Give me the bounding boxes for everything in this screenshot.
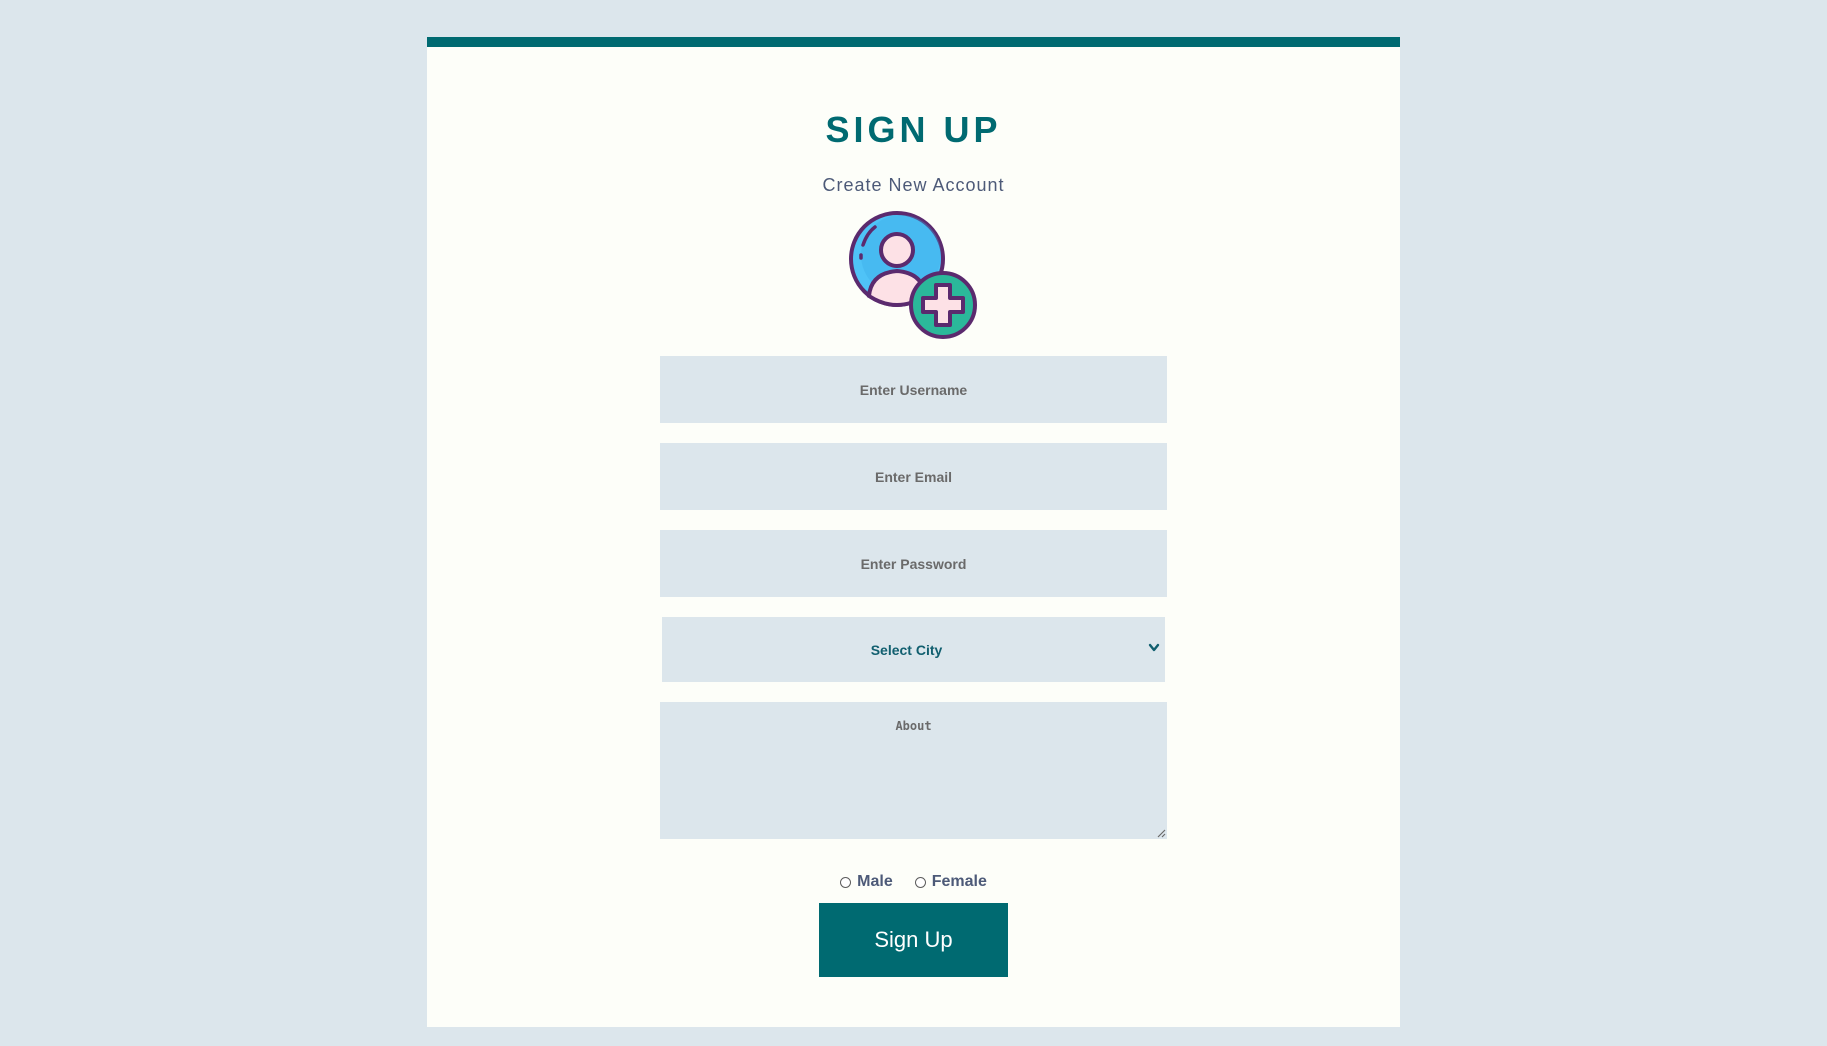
username-input[interactable] bbox=[660, 356, 1167, 423]
gender-option-female[interactable]: Female bbox=[914, 873, 987, 891]
city-select-value: Select City bbox=[870, 641, 943, 658]
city-select[interactable]: Select City bbox=[662, 617, 1165, 682]
gender-radio-group: Male Female bbox=[427, 873, 1400, 891]
about-textarea[interactable]: About bbox=[660, 702, 1167, 839]
add-user-icon bbox=[849, 211, 977, 339]
female-label: Female bbox=[931, 873, 987, 890]
password-input[interactable] bbox=[660, 530, 1167, 597]
gender-option-male[interactable]: Male bbox=[840, 873, 893, 891]
email-input[interactable] bbox=[660, 443, 1167, 510]
signup-card: SIGN UP Create New Account Select City A… bbox=[427, 37, 1400, 1027]
about-placeholder: About bbox=[895, 719, 932, 733]
page-title: SIGN UP bbox=[825, 109, 1002, 150]
female-radio[interactable] bbox=[914, 876, 926, 888]
sign-up-button[interactable]: Sign Up bbox=[819, 903, 1008, 977]
male-radio[interactable] bbox=[840, 876, 852, 888]
resize-handle-icon[interactable] bbox=[1157, 829, 1166, 838]
page-subtitle: Create New Account bbox=[822, 175, 1005, 195]
chevron-down-icon bbox=[1148, 643, 1160, 652]
male-label: Male bbox=[857, 873, 893, 890]
